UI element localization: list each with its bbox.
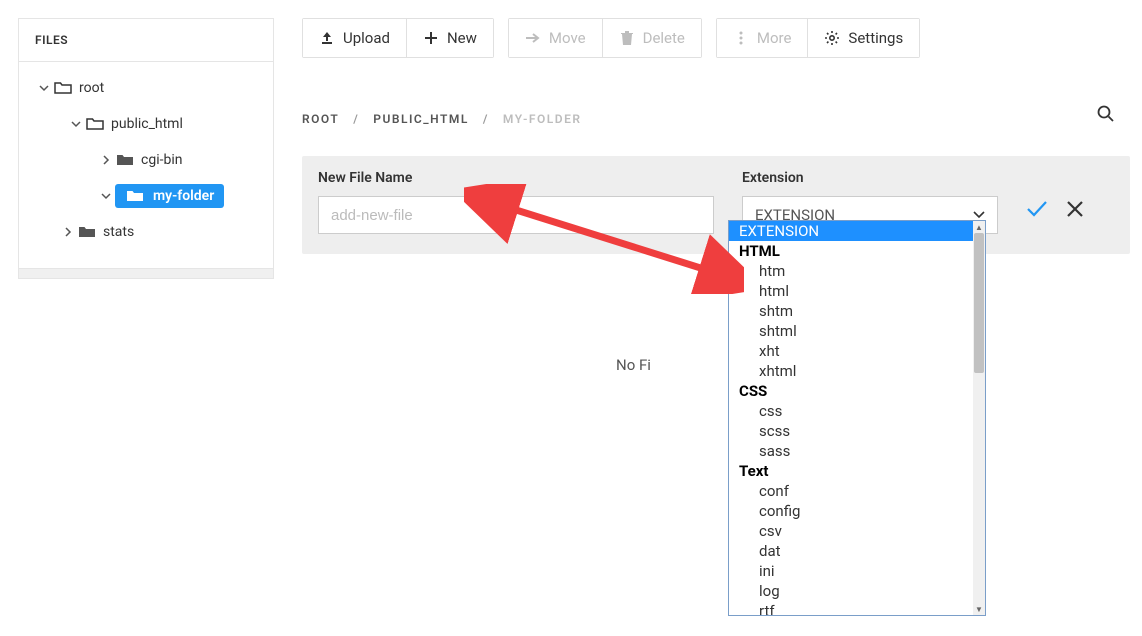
delete-label: Delete bbox=[643, 29, 685, 47]
chevron-right-icon[interactable] bbox=[97, 155, 115, 165]
name-label: New File Name bbox=[318, 170, 714, 186]
dropdown-item-config[interactable]: config bbox=[729, 501, 973, 521]
tree-row-root[interactable]: root bbox=[19, 70, 273, 106]
arrow-right-icon bbox=[525, 30, 541, 46]
breadcrumb-separator: / bbox=[483, 112, 489, 126]
tree-row-my-folder[interactable]: my-folder bbox=[19, 178, 273, 214]
upload-button[interactable]: Upload bbox=[303, 19, 407, 57]
plus-icon bbox=[423, 30, 439, 46]
ext-label: Extension bbox=[742, 170, 998, 186]
folder-tree: root public_html cgi-bin bbox=[19, 62, 273, 268]
dropdown-item-shtml[interactable]: shtml bbox=[729, 321, 973, 341]
dropdown-item-sass[interactable]: sass bbox=[729, 441, 973, 461]
extension-dropdown: EXTENSION HTML htm html shtm shtml xht x… bbox=[728, 220, 986, 616]
chevron-right-icon[interactable] bbox=[59, 227, 77, 237]
breadcrumb: ROOT / PUBLIC_HTML / MY-FOLDER bbox=[302, 112, 1130, 126]
panel-actions bbox=[1026, 200, 1084, 222]
dropdown-group-css: CSS bbox=[729, 381, 973, 401]
dropdown-item-extension[interactable]: EXTENSION bbox=[729, 221, 973, 241]
dropdown-item-csv[interactable]: csv bbox=[729, 521, 973, 541]
dropdown-item-html[interactable]: html bbox=[729, 281, 973, 301]
breadcrumb-public-html[interactable]: PUBLIC_HTML bbox=[373, 112, 469, 126]
trash-icon bbox=[619, 30, 635, 46]
confirm-button[interactable] bbox=[1026, 200, 1048, 222]
upload-icon bbox=[319, 30, 335, 46]
tree-label-root: root bbox=[79, 80, 104, 96]
new-button[interactable]: New bbox=[407, 19, 493, 57]
more-icon bbox=[733, 30, 749, 46]
toolbar-group-more: More Settings bbox=[716, 18, 920, 58]
toolbar: Upload New Move Delete bbox=[302, 18, 1130, 58]
chevron-down-icon[interactable] bbox=[35, 83, 53, 93]
settings-button[interactable]: Settings bbox=[808, 19, 919, 57]
tree-label-public-html: public_html bbox=[111, 116, 183, 132]
dropdown-scrollbar[interactable]: ▲ ▼ bbox=[973, 221, 985, 615]
search-icon[interactable] bbox=[1096, 104, 1116, 128]
tree-row-stats[interactable]: stats bbox=[19, 214, 273, 250]
tree-row-cgi-bin[interactable]: cgi-bin bbox=[19, 142, 273, 178]
dropdown-item-css[interactable]: css bbox=[729, 401, 973, 421]
dropdown-item-xhtml[interactable]: xhtml bbox=[729, 361, 973, 381]
scroll-up-icon[interactable]: ▲ bbox=[973, 221, 985, 233]
tree-label-my-folder: my-folder bbox=[153, 188, 214, 204]
more-label: More bbox=[757, 29, 792, 47]
scroll-thumb[interactable] bbox=[974, 233, 984, 373]
dropdown-group-html: HTML bbox=[729, 241, 973, 261]
cancel-button[interactable] bbox=[1066, 200, 1084, 222]
dropdown-item-rtf[interactable]: rtf bbox=[729, 601, 973, 615]
toolbar-group-file: Upload New bbox=[302, 18, 494, 58]
sidebar-scrollbar[interactable] bbox=[19, 268, 273, 278]
dropdown-item-htm[interactable]: htm bbox=[729, 261, 973, 281]
folder-icon bbox=[53, 81, 73, 95]
new-label: New bbox=[447, 29, 477, 47]
tree-label-cgi-bin: cgi-bin bbox=[141, 152, 182, 168]
dropdown-item-dat[interactable]: dat bbox=[729, 541, 973, 561]
scroll-track[interactable] bbox=[973, 373, 985, 603]
move-button: Move bbox=[509, 19, 603, 57]
dropdown-item-ini[interactable]: ini bbox=[729, 561, 973, 581]
breadcrumb-separator: / bbox=[353, 112, 359, 126]
upload-label: Upload bbox=[343, 29, 390, 47]
dropdown-item-shtm[interactable]: shtm bbox=[729, 301, 973, 321]
toolbar-group-edit: Move Delete bbox=[508, 18, 702, 58]
new-file-panel: New File Name Extension EXTENSION bbox=[302, 156, 1130, 254]
sidebar-header: FILES bbox=[19, 19, 273, 62]
chevron-down-icon[interactable] bbox=[97, 191, 115, 201]
tree-label-stats: stats bbox=[103, 224, 134, 240]
main-area: Upload New Move Delete bbox=[302, 18, 1130, 254]
active-folder-chip[interactable]: my-folder bbox=[115, 184, 224, 208]
chevron-down-icon[interactable] bbox=[67, 119, 85, 129]
dropdown-item-log[interactable]: log bbox=[729, 581, 973, 601]
folder-icon bbox=[77, 225, 97, 239]
more-button: More bbox=[717, 19, 809, 57]
tree-row-public-html[interactable]: public_html bbox=[19, 106, 273, 142]
folder-icon bbox=[125, 189, 145, 203]
delete-button: Delete bbox=[603, 19, 701, 57]
gear-icon bbox=[824, 30, 840, 46]
file-name-input[interactable] bbox=[318, 196, 714, 234]
dropdown-item-xht[interactable]: xht bbox=[729, 341, 973, 361]
dropdown-list: EXTENSION HTML htm html shtm shtml xht x… bbox=[729, 221, 973, 615]
folder-icon bbox=[115, 153, 135, 167]
dropdown-item-scss[interactable]: scss bbox=[729, 421, 973, 441]
files-sidebar: FILES root public_html bbox=[18, 18, 274, 279]
move-label: Move bbox=[549, 29, 586, 47]
folder-icon bbox=[85, 117, 105, 131]
breadcrumb-my-folder: MY-FOLDER bbox=[503, 112, 582, 126]
scroll-down-icon[interactable]: ▼ bbox=[973, 603, 985, 615]
breadcrumb-root[interactable]: ROOT bbox=[302, 112, 339, 126]
settings-label: Settings bbox=[848, 29, 903, 47]
no-files-label: No Fi bbox=[616, 356, 651, 374]
panel-col-name: New File Name bbox=[318, 170, 714, 234]
dropdown-group-text: Text bbox=[729, 461, 973, 481]
dropdown-item-conf[interactable]: conf bbox=[729, 481, 973, 501]
